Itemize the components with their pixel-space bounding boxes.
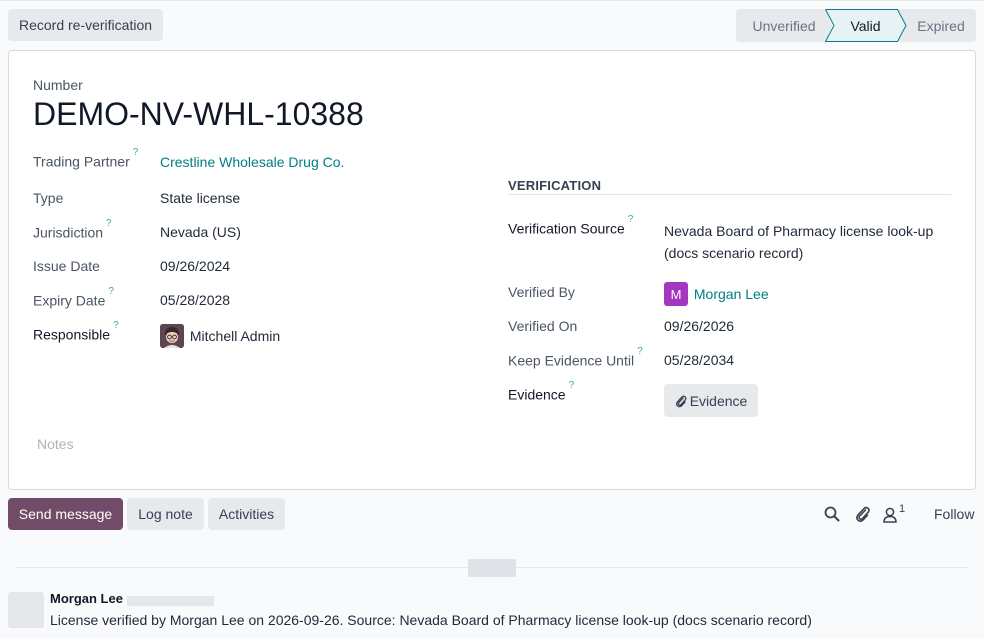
- message-avatar[interactable]: [8, 592, 44, 628]
- user-icon[interactable]: [882, 506, 900, 524]
- date-separator-pill: [468, 559, 516, 577]
- evidence-button-label: Evidence: [689, 392, 748, 409]
- status-expired[interactable]: Expired: [896, 9, 976, 42]
- paperclip-icon: [675, 395, 687, 407]
- help-icon[interactable]: ?: [106, 218, 112, 229]
- responsible-field[interactable]: Mitchell Admin: [160, 324, 280, 348]
- form-sheet: Number DEMO-NV-WHL-10388 Trading Partner…: [8, 50, 976, 490]
- type-label: Type: [33, 190, 64, 206]
- status-unverified[interactable]: Unverified: [736, 9, 832, 42]
- record-number: DEMO-NV-WHL-10388: [33, 96, 364, 132]
- verified-by-label: Verified By: [508, 284, 575, 300]
- send-message-button[interactable]: Send message: [8, 498, 123, 530]
- follow-button[interactable]: Follow: [934, 506, 974, 522]
- help-icon[interactable]: ?: [108, 286, 114, 297]
- keep-evidence-until-label: Keep Evidence Until?: [508, 346, 643, 369]
- trading-partner-link[interactable]: Crestline Wholesale Drug Co.: [160, 154, 344, 170]
- avatar: M: [664, 282, 688, 306]
- verified-by-field[interactable]: M Morgan Lee: [664, 282, 769, 306]
- verification-source-line: (docs scenario record): [664, 245, 804, 261]
- issue-date-label: Issue Date: [33, 258, 100, 274]
- verification-section-title: VERIFICATION: [508, 178, 602, 193]
- top-border: [0, 0, 984, 1]
- issue-date-value[interactable]: 09/26/2024: [160, 258, 230, 274]
- search-icon[interactable]: [823, 505, 841, 523]
- jurisdiction-label: Jurisdiction?: [33, 218, 112, 241]
- keep-evidence-until-value[interactable]: 05/28/2034: [664, 352, 734, 368]
- log-note-button[interactable]: Log note: [127, 498, 204, 530]
- evidence-button[interactable]: Evidence: [664, 384, 758, 417]
- help-icon[interactable]: ?: [628, 214, 634, 225]
- help-icon[interactable]: ?: [569, 380, 575, 391]
- type-value[interactable]: State license: [160, 190, 240, 206]
- followers-count: 1: [899, 503, 906, 515]
- verification-source-line: Nevada Board of Pharmacy license look-up: [664, 223, 934, 239]
- expiry-date-value[interactable]: 05/28/2028: [160, 292, 230, 308]
- verification-source-value[interactable]: Nevada Board of Pharmacy license look-up…: [664, 220, 933, 264]
- verified-by-link[interactable]: Morgan Lee: [694, 286, 769, 302]
- responsible-label: Responsible?: [33, 320, 119, 343]
- verification-source-label: Verification Source?: [508, 214, 634, 237]
- expiry-date-label: Expiry Date?: [33, 286, 114, 309]
- message-author[interactable]: Morgan Lee: [50, 591, 123, 606]
- section-divider: [508, 194, 951, 195]
- trading-partner-label: Trading Partner?: [33, 147, 139, 170]
- responsible-name: Mitchell Admin: [189, 328, 281, 344]
- paperclip-icon[interactable]: [854, 505, 872, 523]
- status-bar: Unverified Expired Valid: [736, 9, 976, 42]
- evidence-label: Evidence?: [508, 380, 575, 403]
- help-icon[interactable]: ?: [133, 147, 139, 158]
- help-icon[interactable]: ?: [113, 320, 119, 331]
- verified-on-label: Verified On: [508, 318, 578, 334]
- message-body: License verified by Morgan Lee on 2026-0…: [50, 612, 812, 628]
- status-valid-outline: [825, 9, 907, 42]
- message-date-placeholder: [127, 596, 214, 606]
- help-icon[interactable]: ?: [637, 346, 643, 357]
- activities-button[interactable]: Activities: [208, 498, 285, 530]
- record-reverification-button[interactable]: Record re-verification: [8, 9, 163, 41]
- verified-on-value[interactable]: 09/26/2026: [664, 318, 734, 334]
- avatar: [160, 324, 184, 348]
- jurisdiction-value[interactable]: Nevada (US): [160, 224, 241, 240]
- notes-field[interactable]: Notes: [37, 436, 74, 452]
- number-label: Number: [33, 77, 83, 93]
